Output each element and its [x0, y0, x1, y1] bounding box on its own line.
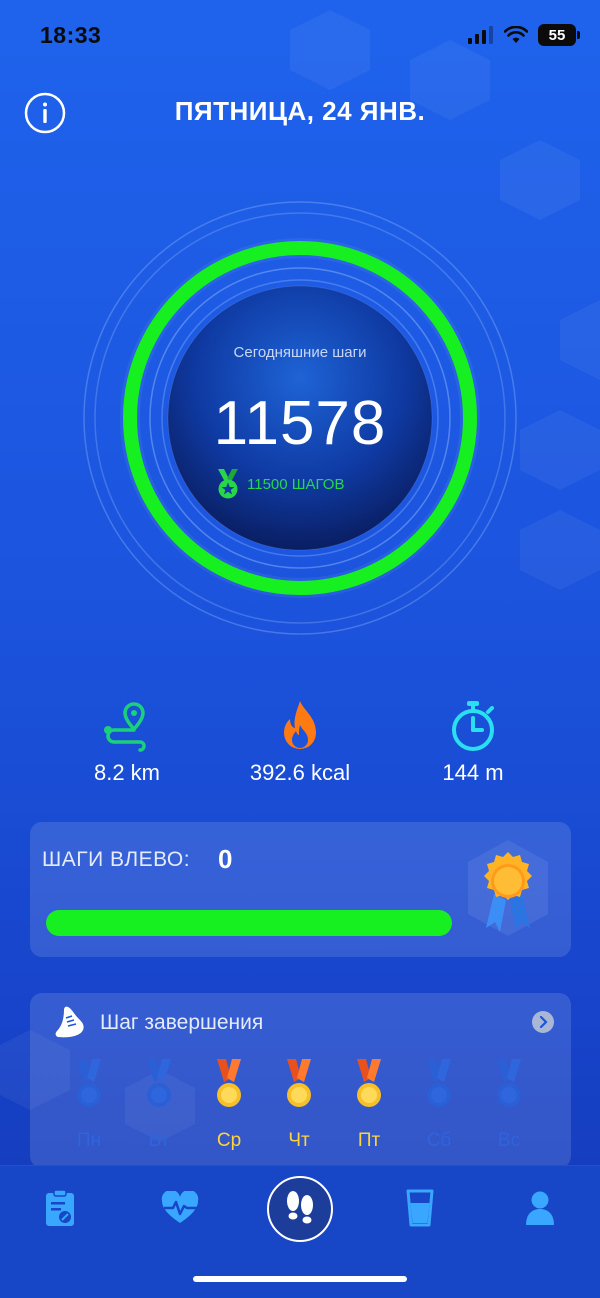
completion-more-button[interactable] — [532, 1011, 554, 1033]
day-label: Сб — [426, 1130, 452, 1151]
gold-medal-icon — [217, 1059, 241, 1107]
nav-journal[interactable] — [30, 1182, 90, 1234]
duration-metric: 144 m — [403, 698, 543, 786]
steps-today-value: 11578 — [213, 389, 387, 458]
status-icons: 55 — [468, 24, 580, 46]
day-medal-6: Сб — [414, 1058, 464, 1152]
wifi-icon — [504, 26, 528, 43]
day-medal-4: Чт — [274, 1058, 324, 1152]
cellular-signal-icon — [468, 26, 493, 44]
day-medal-7: Вс — [484, 1058, 534, 1152]
calories-metric: 392.6 kcal — [230, 698, 370, 786]
day-label: Чт — [288, 1130, 310, 1151]
completion-title: Шаг завершения — [100, 1011, 264, 1034]
footprints-icon — [287, 1191, 313, 1224]
nav-profile[interactable] — [510, 1182, 570, 1234]
calories-value: 392.6 kcal — [249, 760, 351, 785]
nav-water[interactable] — [390, 1182, 450, 1234]
day-label: Вт — [148, 1130, 170, 1151]
route-pin-icon — [104, 702, 146, 752]
distance-value: 8.2 km — [93, 760, 161, 785]
gold-medal-icon — [287, 1059, 311, 1107]
day-label: Вс — [497, 1130, 521, 1151]
day-medal-5: Пт — [344, 1058, 394, 1152]
distance-metric: 8.2 km — [57, 698, 197, 786]
profile-icon — [526, 1191, 554, 1225]
gold-medal-icon — [357, 1059, 381, 1107]
medal-locked-icon — [147, 1059, 171, 1107]
steps-goal-text: 11500 ШАГОВ — [247, 475, 345, 493]
day-medal-1: Пн — [64, 1058, 114, 1152]
day-medal-2: Вт — [134, 1058, 184, 1152]
steps-left-progress-fill — [46, 910, 452, 936]
medal-locked-icon — [77, 1059, 101, 1107]
steps-left-label: ШАГИ ВЛЕВО: — [42, 848, 191, 871]
battery-indicator: 55 — [538, 24, 580, 46]
day-label: Ср — [216, 1130, 242, 1151]
home-indicator — [193, 1276, 407, 1282]
steps-left-progress — [46, 910, 452, 936]
stopwatch-icon — [452, 701, 494, 751]
nav-steps[interactable] — [267, 1176, 333, 1242]
day-label: Пн — [76, 1130, 102, 1151]
day-label: Пт — [357, 1130, 381, 1151]
medal-locked-icon — [497, 1059, 521, 1107]
flame-icon — [284, 701, 316, 749]
water-glass-icon — [406, 1189, 434, 1227]
chevron-right-icon — [539, 1016, 548, 1028]
medal-goal-icon — [218, 469, 238, 499]
day-medal-3: Ср — [204, 1058, 254, 1152]
nav-health[interactable] — [150, 1182, 210, 1234]
gold-medal-icon[interactable] — [462, 838, 554, 942]
shoe-icon — [55, 1006, 84, 1038]
page-title: ПЯТНИЦА, 24 ЯНВ. — [174, 96, 426, 126]
steps-today-label: Сегодняшние шаги — [233, 344, 367, 361]
steps-left-value: 0 — [218, 844, 233, 874]
duration-value: 144 m — [442, 760, 504, 785]
heart-pulse-icon — [161, 1191, 200, 1223]
steps-goal: 11500 ШАГОВ — [215, 468, 344, 500]
clipboard-icon — [46, 1189, 74, 1226]
status-time: 18:33 — [40, 22, 102, 48]
medal-locked-icon — [427, 1059, 451, 1107]
